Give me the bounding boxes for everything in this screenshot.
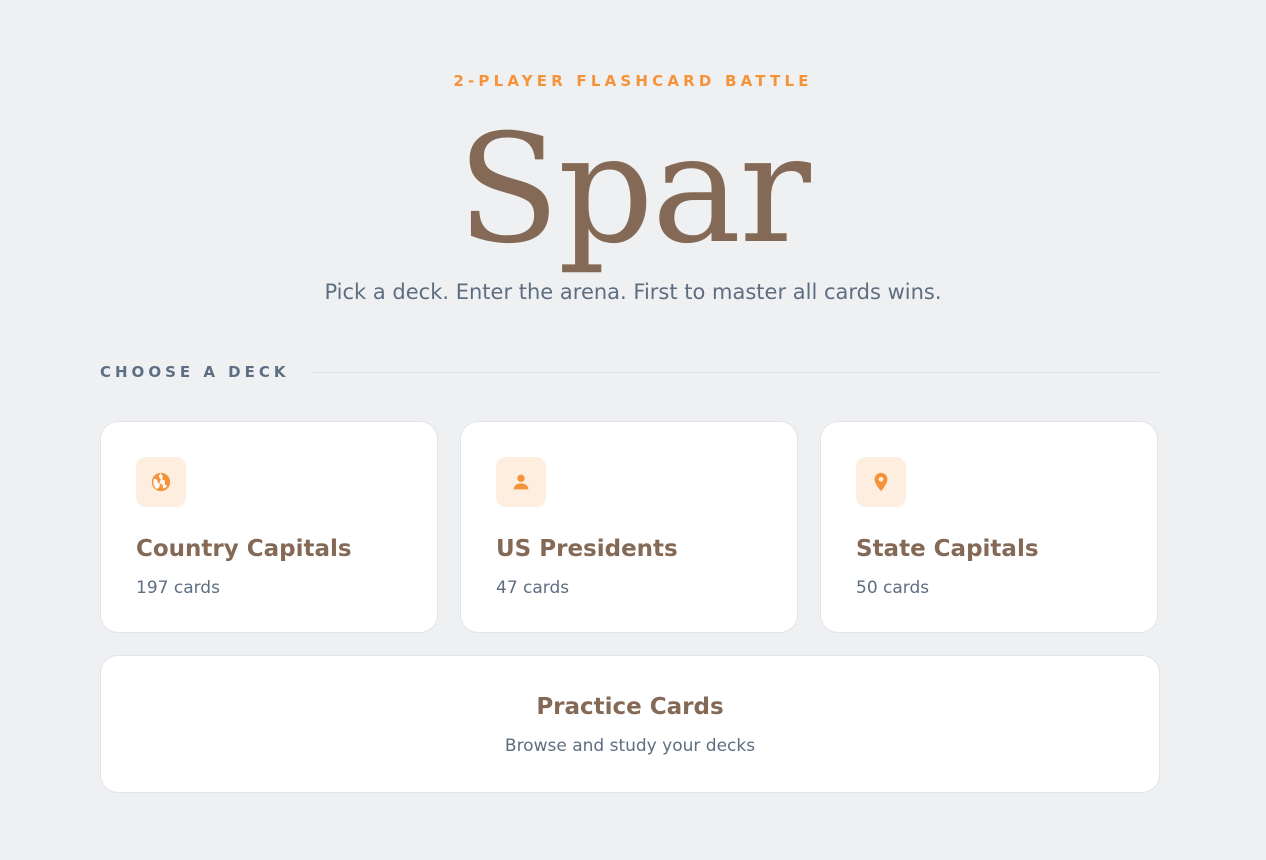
deck-card-count: 47 cards <box>496 578 570 598</box>
deck-title: US Presidents <box>496 536 678 562</box>
person-icon <box>496 457 546 507</box>
section-divider <box>311 371 1160 373</box>
tagline: 2-PLAYER FLASHCARD BATTLE <box>453 72 813 90</box>
app-title: Spar <box>457 103 811 277</box>
deck-card-count: 197 cards <box>136 578 220 598</box>
map-pin-icon <box>856 457 906 507</box>
deck-title: State Capitals <box>856 536 1039 562</box>
deck-card-us-presidents[interactable]: US Presidents 47 cards <box>460 421 798 633</box>
deck-card-state-capitals[interactable]: State Capitals 50 cards <box>820 421 1158 633</box>
deck-card-count: 50 cards <box>856 578 930 598</box>
app-subtitle: Pick a deck. Enter the arena. First to m… <box>324 280 942 304</box>
practice-subtitle: Browse and study your decks <box>504 736 756 756</box>
practice-title: Practice Cards <box>536 694 724 720</box>
deck-card-country-capitals[interactable]: Country Capitals 197 cards <box>100 421 438 633</box>
section-header: CHOOSE A DECK <box>100 360 1160 384</box>
globe-icon <box>136 457 186 507</box>
deck-title: Country Capitals <box>136 536 352 562</box>
practice-cards-button[interactable]: Practice Cards Browse and study your dec… <box>100 655 1160 793</box>
section-label: CHOOSE A DECK <box>100 363 290 381</box>
